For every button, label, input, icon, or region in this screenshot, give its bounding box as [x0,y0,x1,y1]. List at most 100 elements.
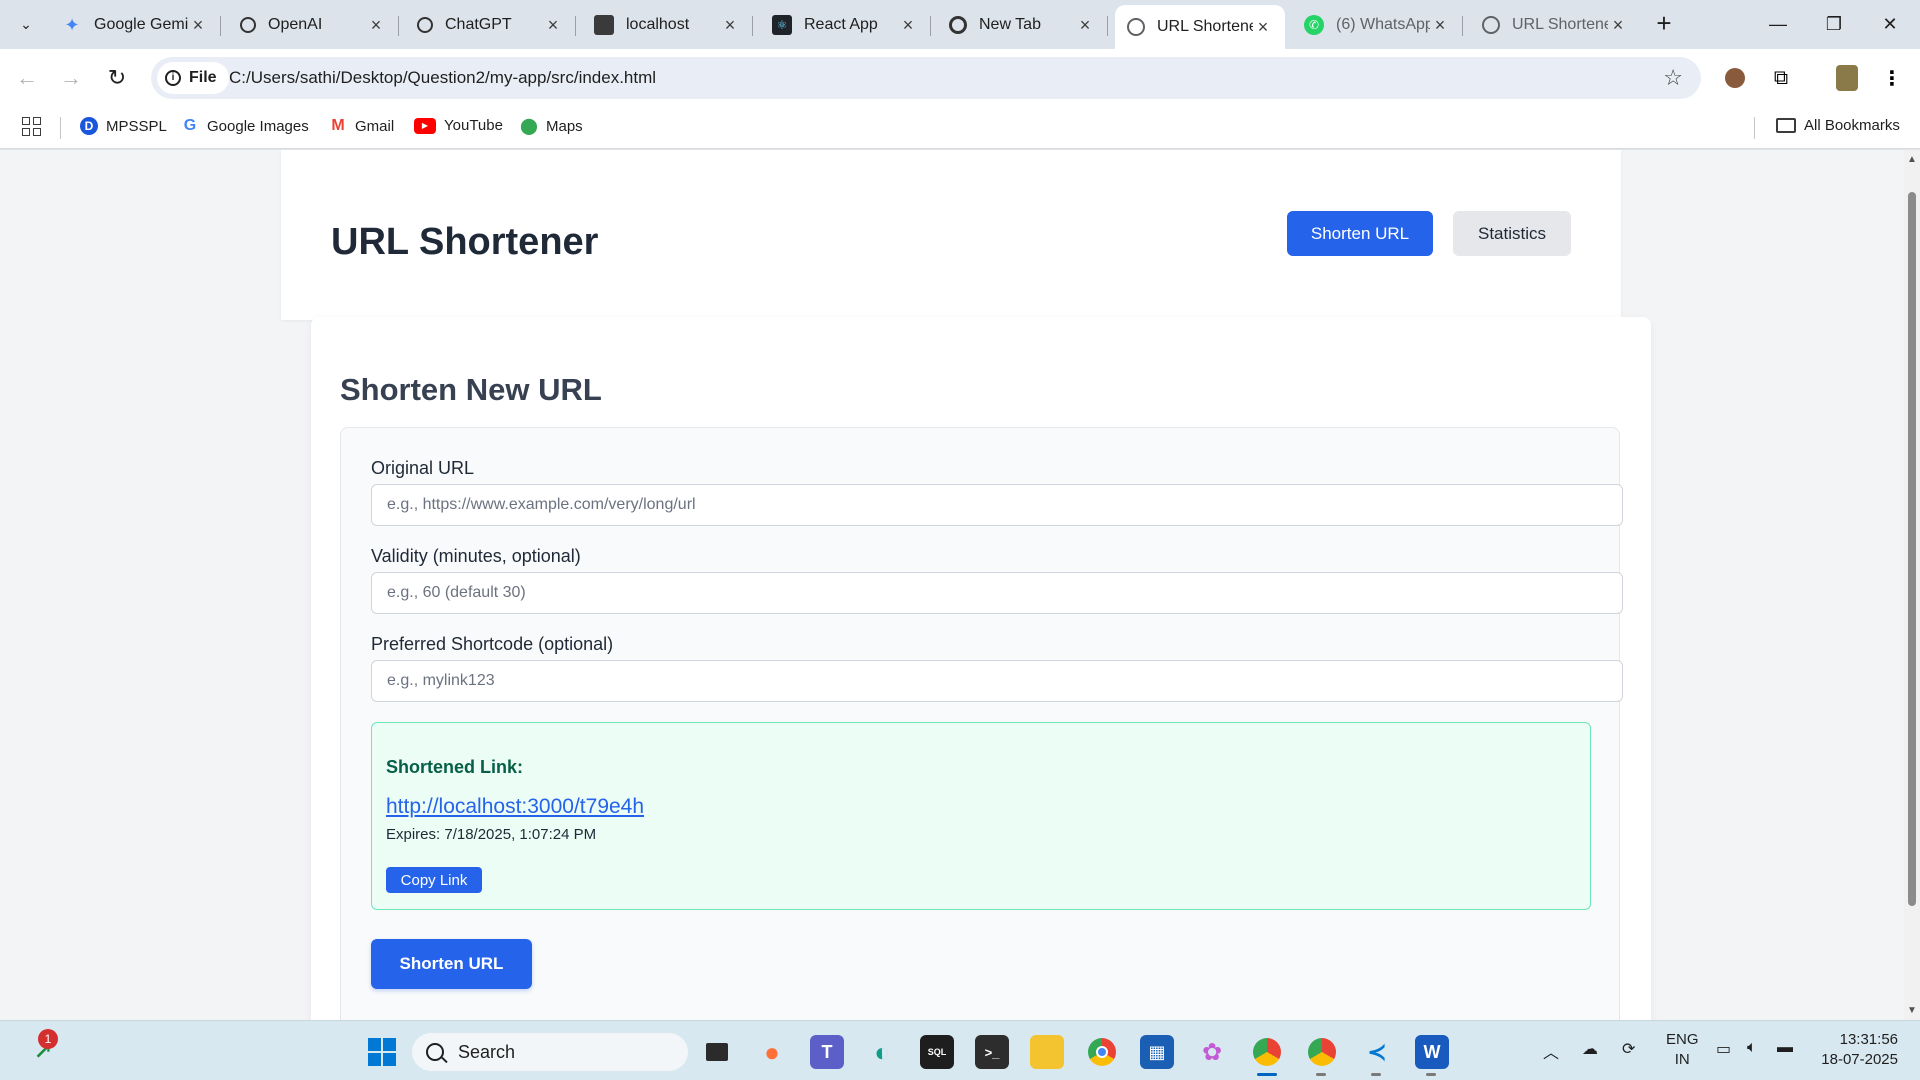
gmail-icon: M [331,117,345,134]
bookmark-mpsspl[interactable]: D MPSSPL [80,117,167,135]
close-icon[interactable]: × [898,15,918,36]
restore-button[interactable]: ❐ [1804,0,1864,49]
bookmark-youtube[interactable]: ▶ YouTube [414,117,503,134]
sync-icon[interactable]: ⟳ [1622,1039,1635,1059]
page-scrollbar[interactable]: ▲ ▼ [1904,150,1920,1020]
chevron-up-icon[interactable]: ︿ [1543,1039,1559,1063]
scroll-down-icon[interactable]: ▼ [1907,1005,1917,1016]
volume-icon[interactable]: 🔈︎ [1747,1039,1757,1057]
chevron-down-icon: ⌄ [20,15,32,32]
shortcode-input[interactable] [371,660,1623,702]
tab-chatgpt[interactable]: ChatGPT × [405,6,576,44]
mysql-workbench-icon[interactable]: SQL [920,1035,954,1069]
terminal-icon[interactable]: >_ [975,1035,1009,1069]
tab-react-app[interactable]: ⚛ React App × [760,6,931,44]
language-indicator[interactable]: ENG IN [1666,1030,1699,1070]
taskbar-search[interactable]: Search [412,1033,688,1071]
teams-icon[interactable]: T [810,1035,844,1069]
original-url-input[interactable] [371,484,1623,526]
site-info-chip[interactable]: i File [157,62,229,94]
scroll-up-icon[interactable]: ▲ [1907,154,1917,165]
bookmark-gmail[interactable]: M Gmail [329,117,394,135]
react-icon: ⚛ [772,15,792,35]
word-icon[interactable]: W [1415,1035,1449,1069]
arrow-left-icon: ← [16,65,38,90]
vscode-icon[interactable]: ≺ [1360,1035,1394,1069]
forward-button[interactable]: → [54,61,88,95]
url-text[interactable]: C:/Users/sathi/Desktop/Question2/my-app/… [229,68,656,88]
tab-search-button[interactable]: ⌄ [12,10,40,38]
onedrive-icon[interactable]: ☁ [1582,1039,1598,1059]
plus-icon: + [1656,8,1672,38]
validity-input[interactable] [371,572,1623,614]
gemini-icon: ✦ [64,14,80,35]
tab-label: localhost [626,16,690,33]
all-bookmarks-button[interactable]: All Bookmarks [1776,117,1900,134]
bookmark-label: Google Images [207,117,309,135]
running-app-indicator [1426,1073,1436,1076]
tab-new-tab[interactable]: New Tab × [937,6,1108,44]
tab-whatsapp[interactable]: ✆ (6) WhatsApp × [1292,6,1463,44]
edge-icon[interactable]: ◐ [865,1035,899,1069]
system-clock[interactable]: 13:31:56 18-07-2025 [1821,1030,1898,1070]
nav-statistics-button[interactable]: Statistics [1453,211,1571,256]
minimize-icon: — [1769,14,1787,34]
section-title: Shorten New URL [340,372,602,407]
tab-label: React App [804,16,878,33]
submit-shorten-button[interactable]: Shorten URL [371,939,532,989]
cookie-extension-icon[interactable] [1720,63,1750,93]
tab-label: ChatGPT [445,16,512,33]
browser-toolbar: ← → ↻ i File C:/Users/sathi/Desktop/Ques… [0,49,1920,107]
close-icon[interactable]: × [1430,15,1450,36]
bookmark-google-images[interactable]: G Google Images [181,117,309,135]
task-view-icon[interactable] [700,1035,734,1069]
mpsspl-icon: D [80,117,98,135]
reload-button[interactable]: ↻ [100,61,134,95]
close-window-button[interactable]: ✕ [1860,0,1920,49]
extensions-icon[interactable]: ⧉ [1766,63,1796,93]
profile-avatar[interactable] [1832,63,1862,93]
tab-google-gemini[interactable]: ✦ Google Gemi × [50,6,221,44]
more-menu-icon[interactable]: ⋮ [1877,63,1907,93]
bookmark-label: MPSSPL [106,117,167,135]
firefox-icon[interactable]: ● [755,1035,789,1069]
close-icon[interactable]: × [720,15,740,36]
tab-openai[interactable]: OpenAI × [228,6,399,44]
region-code: IN [1674,1051,1690,1068]
bookmark-maps[interactable]: ⬤ Maps [520,117,583,136]
display-icon[interactable]: ▭ [1716,1039,1731,1059]
tab-url-shortener-2[interactable]: URL Shortene × [1470,6,1640,44]
close-icon[interactable]: × [543,15,563,36]
battery-icon[interactable]: ▬ [1777,1039,1793,1057]
close-icon[interactable]: × [1075,15,1095,36]
openai-icon [240,17,256,33]
chrome-icon[interactable] [1085,1035,1119,1069]
close-icon[interactable]: × [1253,17,1273,38]
windows-start-icon[interactable] [365,1035,399,1069]
ms-store-icon[interactable]: ▦ [1140,1035,1174,1069]
tab-url-shortener-active[interactable]: URL Shortene × [1115,5,1285,49]
back-button[interactable]: ← [10,61,44,95]
nav-shorten-url-button[interactable]: Shorten URL [1287,211,1433,256]
active-app-indicator [1257,1073,1277,1076]
bookmark-star-icon[interactable]: ☆ [1663,65,1683,91]
chrome-profile-icon[interactable] [1250,1035,1284,1069]
close-icon[interactable]: × [366,15,386,36]
close-icon[interactable]: × [188,15,208,36]
copy-link-button[interactable]: Copy Link [386,867,482,893]
shortened-link[interactable]: http://localhost:3000/t79e4h [386,795,644,819]
minimize-button[interactable]: — [1748,0,1808,49]
validity-label: Validity (minutes, optional) [371,546,581,566]
apps-grid-icon[interactable] [22,117,41,136]
restore-icon: ❐ [1825,14,1843,34]
scrollbar-thumb[interactable] [1908,192,1916,906]
file-explorer-icon[interactable] [1030,1035,1064,1069]
copilot-icon[interactable]: ✿ [1195,1035,1229,1069]
tab-localhost[interactable]: localhost × [582,6,753,44]
close-icon[interactable]: × [1608,15,1628,36]
new-tab-button[interactable]: + [1650,10,1678,38]
chrome-profile-s-icon[interactable] [1305,1035,1339,1069]
address-bar[interactable]: i File C:/Users/sathi/Desktop/Question2/… [151,57,1701,99]
original-url-label: Original URL [371,458,475,478]
bookmark-label: Gmail [355,117,395,135]
